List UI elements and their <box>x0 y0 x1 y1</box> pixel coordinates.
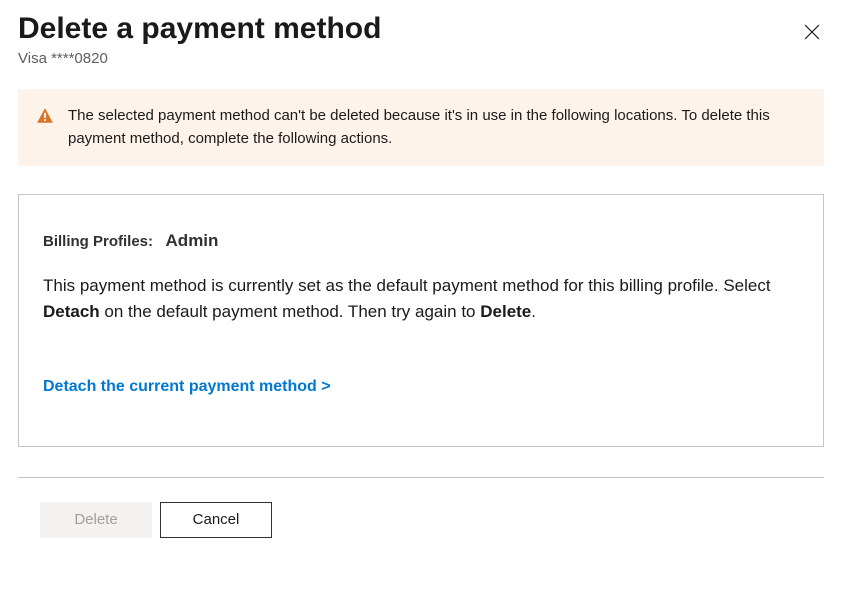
card-desc-part: . <box>531 302 536 321</box>
card-desc-detach: Detach <box>43 302 100 321</box>
cancel-button[interactable]: Cancel <box>160 502 272 538</box>
warning-banner: The selected payment method can't be del… <box>18 89 824 166</box>
close-button[interactable] <box>800 20 824 44</box>
warning-icon <box>36 107 54 150</box>
dialog-header: Delete a payment method <box>18 12 824 46</box>
delete-button[interactable]: Delete <box>40 502 152 538</box>
dialog-subtitle: Visa ****0820 <box>18 50 824 67</box>
dialog-title: Delete a payment method <box>18 12 381 46</box>
profile-label: Billing Profiles: <box>43 233 153 250</box>
dialog-footer: Delete Cancel <box>18 502 824 538</box>
card-desc-delete: Delete <box>480 302 531 321</box>
warning-text: The selected payment method can't be del… <box>68 105 806 150</box>
close-icon <box>804 24 820 40</box>
card-desc-part: on the default payment method. Then try … <box>100 302 481 321</box>
detach-link[interactable]: Detach the current payment method > <box>43 378 331 395</box>
profile-line: Billing Profiles: Admin <box>43 231 799 251</box>
card-description: This payment method is currently set as … <box>43 273 799 326</box>
billing-profile-card: Billing Profiles: Admin This payment met… <box>18 194 824 447</box>
footer-separator <box>18 477 824 478</box>
profile-name: Admin <box>166 231 219 250</box>
card-desc-part: This payment method is currently set as … <box>43 276 771 295</box>
